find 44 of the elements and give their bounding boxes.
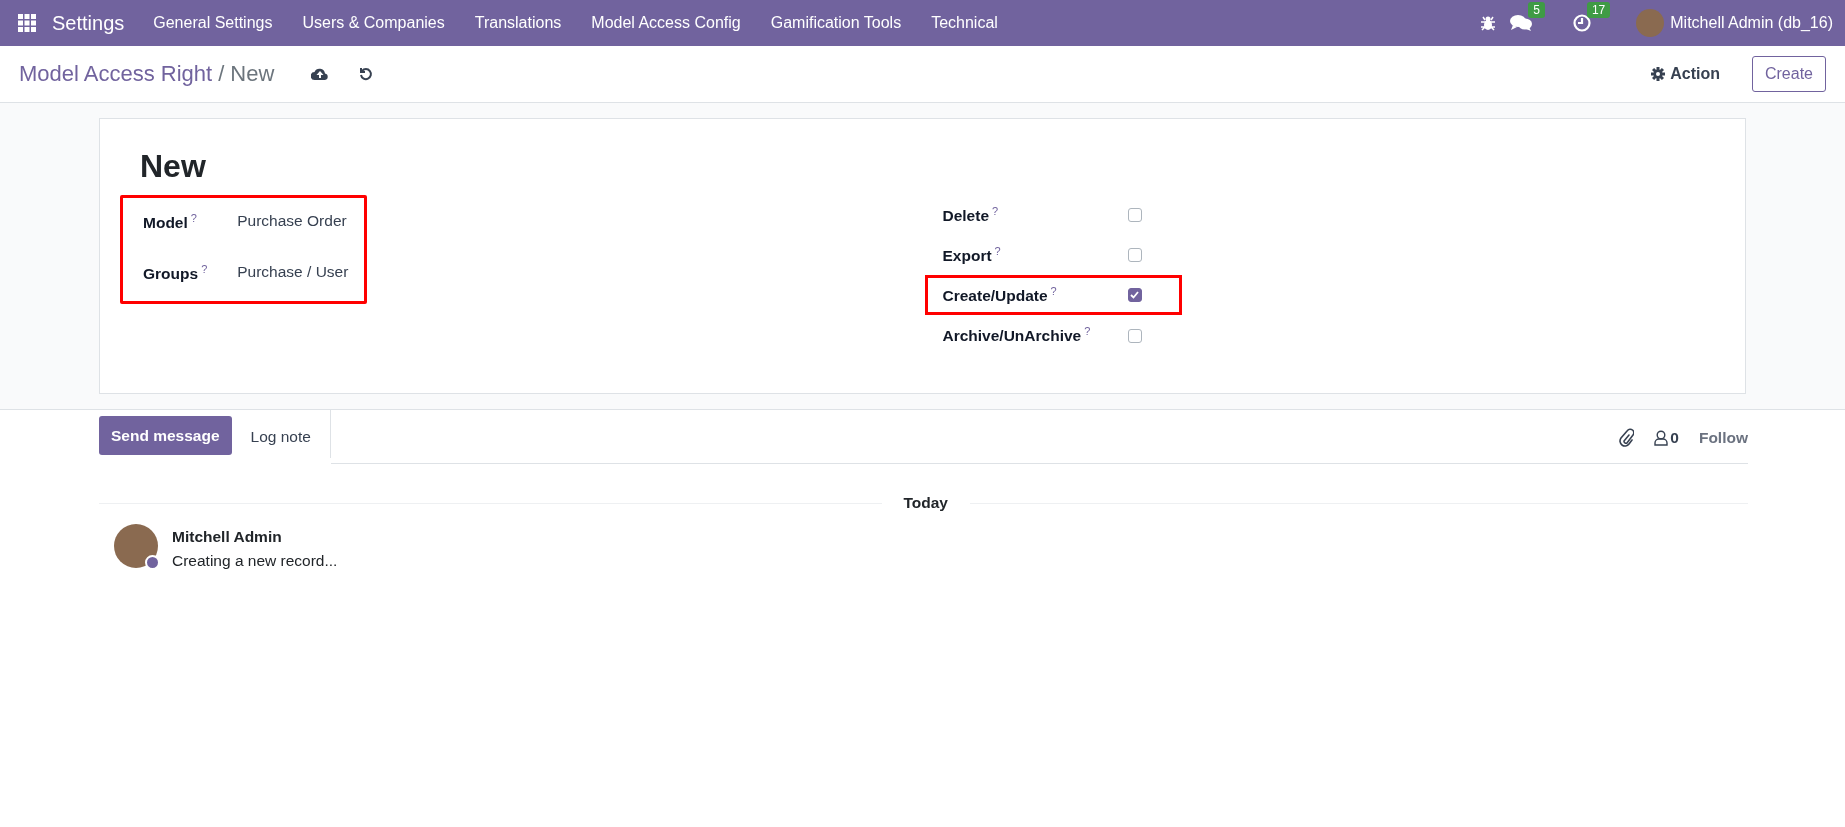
person-icon xyxy=(1654,429,1669,446)
bug-icon[interactable] xyxy=(1480,15,1497,31)
record-title: New xyxy=(140,147,207,177)
menu-item[interactable]: Translations xyxy=(459,14,577,32)
follow-button[interactable]: Follow xyxy=(1698,428,1748,447)
gear-icon xyxy=(1651,67,1666,81)
date-separator: Today xyxy=(902,494,949,512)
undo-icon[interactable] xyxy=(359,67,374,81)
menu-item[interactable]: Technical xyxy=(916,14,1013,32)
field-value[interactable]: Purchase / User xyxy=(237,263,349,284)
menu-item[interactable]: Gamification Tools xyxy=(755,14,917,32)
field-value[interactable]: Purchase Order xyxy=(237,212,349,233)
chatter-tab[interactable]: Log note xyxy=(231,410,331,458)
checkbox[interactable] xyxy=(1127,288,1142,303)
message-body: Creating a new record... xyxy=(172,552,338,570)
apps-menu-icon[interactable] xyxy=(18,14,36,32)
menu-item[interactable]: Model Access Config xyxy=(576,14,756,32)
checkbox[interactable] xyxy=(1127,248,1142,263)
field-label: Delete $^{?}$ xyxy=(942,205,1000,226)
breadcrumb-link[interactable]: Model Access Right xyxy=(19,61,213,87)
chatter-tab[interactable]: Send message xyxy=(99,416,232,455)
breadcrumb-current: New xyxy=(230,61,275,87)
count-badge: 17 xyxy=(1586,2,1611,18)
field-label: Archive/UnArchive $^{?}$ xyxy=(942,325,1092,346)
clock-icon[interactable] xyxy=(1572,14,1591,32)
field-label: Export $^{?}$ xyxy=(942,245,1002,266)
checkbox[interactable] xyxy=(1127,328,1142,343)
breadcrumb-separator: / xyxy=(218,61,225,87)
field-label: Create/Update $^{?}$ xyxy=(942,285,1058,306)
field-label: Model $^{?}$ xyxy=(143,212,198,233)
checkbox[interactable] xyxy=(1127,208,1142,223)
followers-button[interactable]: 0 xyxy=(1654,428,1679,447)
menu-item[interactable]: General Settings xyxy=(138,14,288,32)
chat-icon[interactable] xyxy=(1510,14,1533,32)
action-menu[interactable]: Action xyxy=(1651,65,1720,83)
app-name[interactable]: Settings xyxy=(52,11,125,35)
paperclip-icon[interactable] xyxy=(1618,427,1635,448)
cloud-upload-icon[interactable] xyxy=(311,67,330,81)
count-badge: 5 xyxy=(1528,2,1545,18)
user-menu[interactable]: Mitchell Admin (db_16) xyxy=(1670,14,1833,32)
message-author: Mitchell Admin xyxy=(172,528,283,546)
field-label: Groups $^{?}$ xyxy=(143,263,208,284)
create-button[interactable]: Create xyxy=(1751,56,1826,92)
menu-item[interactable]: Users & Companies xyxy=(287,14,460,32)
